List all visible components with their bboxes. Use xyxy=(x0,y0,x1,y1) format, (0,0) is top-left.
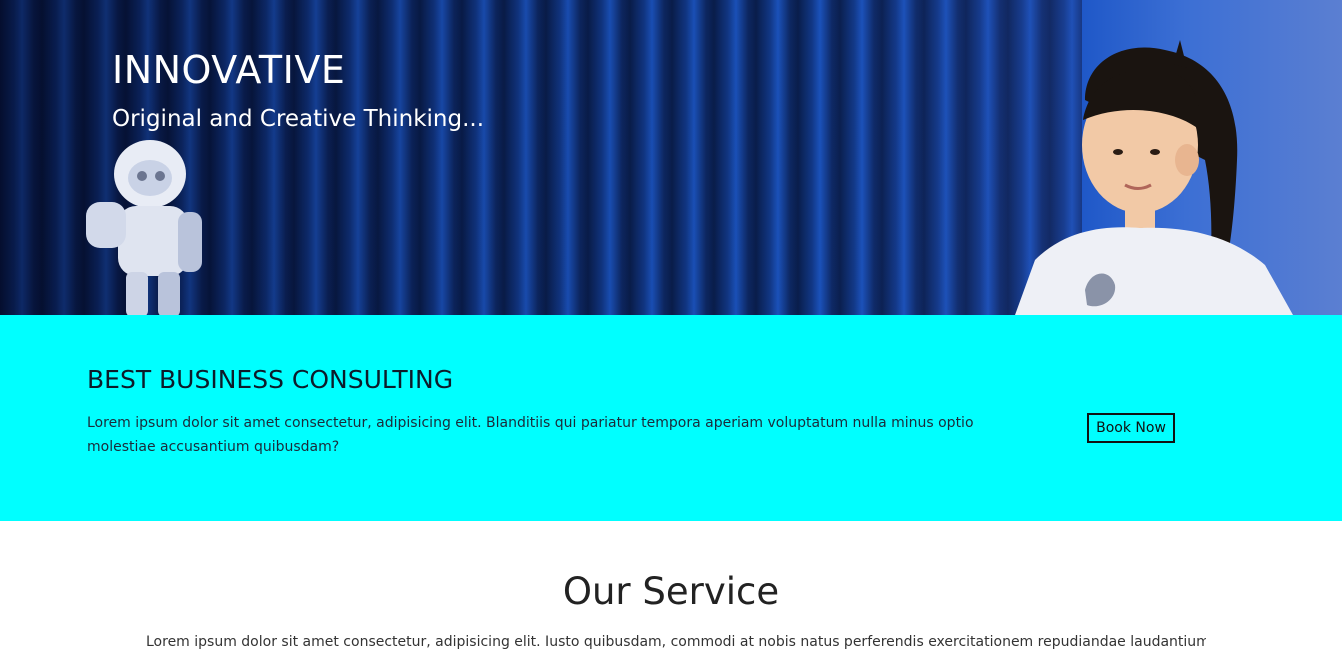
hero-title: INNOVATIVE xyxy=(112,48,346,92)
consulting-text: Lorem ipsum dolor sit amet consectetur, … xyxy=(87,415,974,455)
hero-subtitle: Original and Creative Thinking... xyxy=(112,106,485,132)
service-text: Lorem ipsum dolor sit amet consectetur, … xyxy=(146,634,1206,650)
girl-figure xyxy=(1015,40,1293,315)
book-now-button[interactable]: Book Now xyxy=(1087,413,1175,443)
robot-figure xyxy=(86,140,202,315)
hero-banner: INNOVATIVE Original and Creative Thinkin… xyxy=(0,0,1342,315)
consulting-band: BEST BUSINESS CONSULTING Lorem ipsum dol… xyxy=(0,315,1342,521)
service-title: Our Service xyxy=(562,570,780,613)
consulting-title: BEST BUSINESS CONSULTING xyxy=(87,365,454,394)
